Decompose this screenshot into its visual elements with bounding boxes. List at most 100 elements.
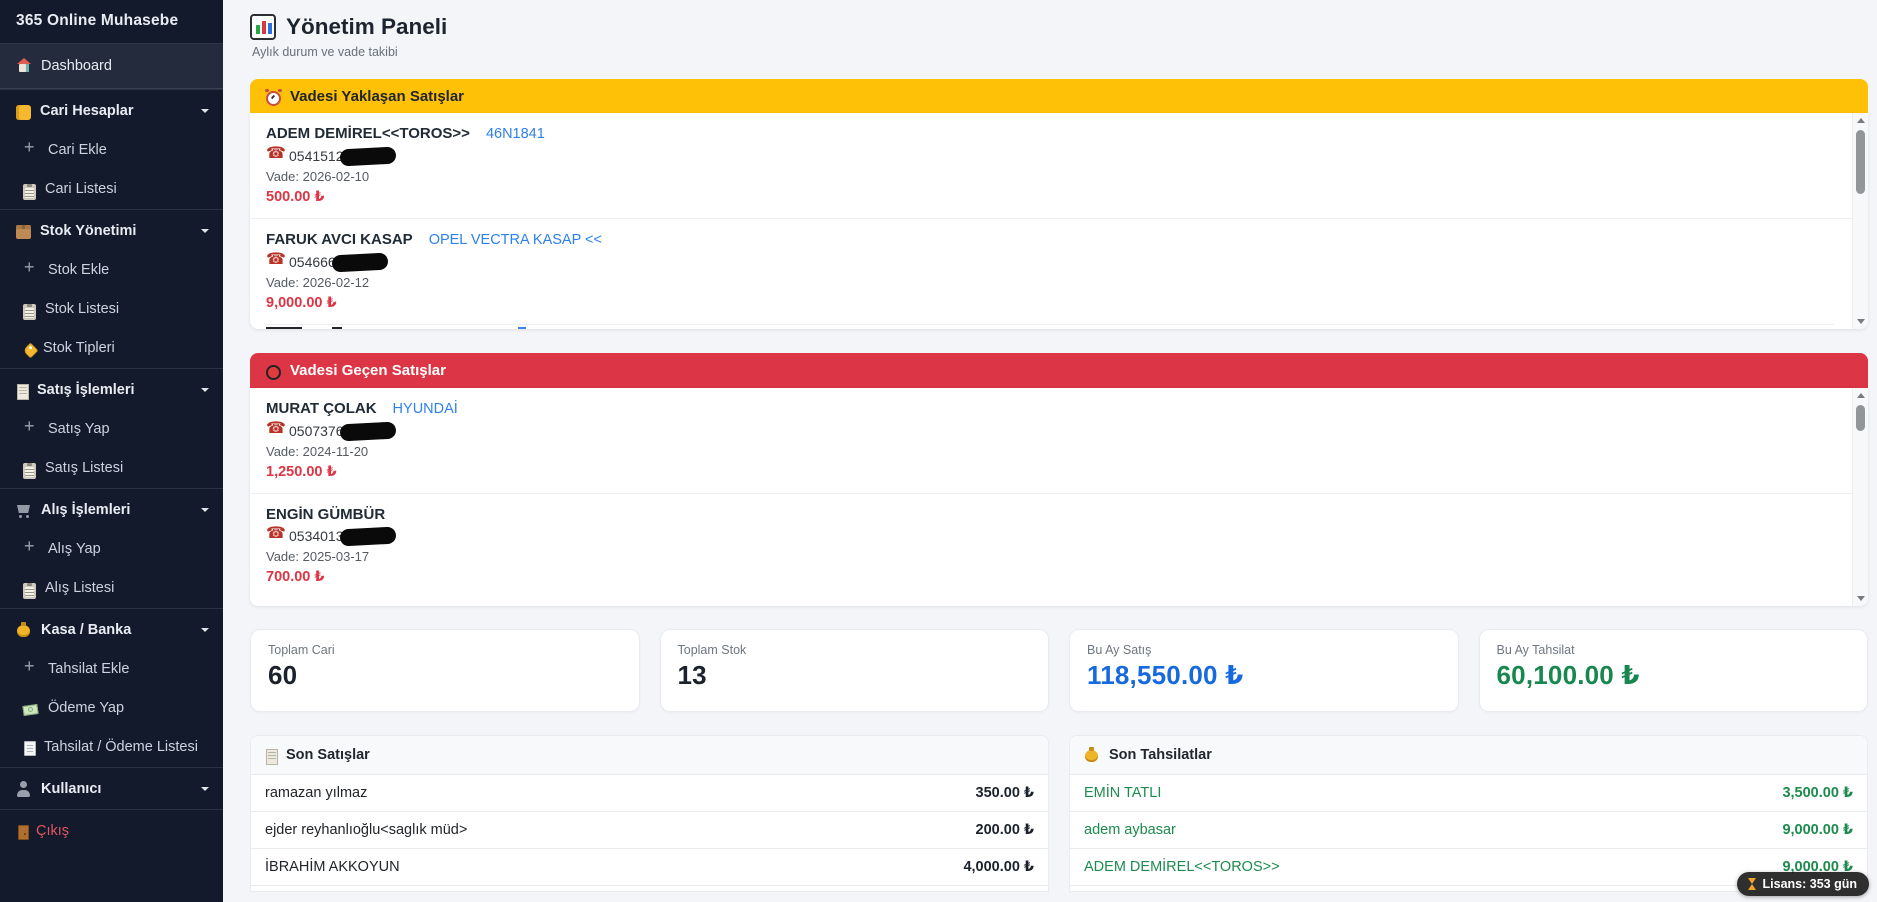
vehicle-link[interactable]: OPEL VECTRA KASAP <<	[429, 230, 602, 251]
sidebar-item-label: Ödeme Yap	[48, 699, 209, 718]
chevron-down-icon	[201, 109, 209, 113]
sidebar-item-satis-listesi[interactable]: Satış Listesi	[0, 449, 223, 488]
vertical-scrollbar[interactable]	[1852, 113, 1868, 329]
sidebar-item-alis-listesi[interactable]: Alış Listesi	[0, 569, 223, 608]
chevron-down-icon	[201, 628, 209, 632]
sidebar-item-alis-yap[interactable]: Alış Yap	[0, 530, 223, 569]
house-icon	[16, 58, 32, 74]
sale-amount: 350.00 ₺	[976, 785, 1034, 801]
panel-title: Vadesi Geçen Satışlar	[290, 362, 446, 379]
panel-title: Vadesi Yaklaşan Satışlar	[290, 88, 464, 105]
recent-sales-table: Son Satışlar ramazan yılmaz 350.00 ₺ ejd…	[250, 735, 1049, 892]
phone-row: 0541512	[266, 145, 1834, 167]
phone-icon	[266, 423, 283, 439]
stat-card-bu-ay-tahsilat: Bu Ay Tahsilat 60,100.00 ₺	[1479, 629, 1869, 712]
sidebar-item-label: Stok Ekle	[48, 261, 209, 280]
tag-icon	[23, 343, 39, 359]
collection-amount: 3,500.00 ₺	[1782, 785, 1853, 801]
clipboard-icon	[23, 583, 36, 599]
sidebar-item-label: Çıkış	[36, 823, 69, 839]
table-row: EMİN TATLI 3,500.00 ₺	[1070, 775, 1867, 811]
sidebar-group-toggle-satis-islemleri[interactable]: Satış İşlemleri	[0, 369, 223, 410]
overdue-sales-list: MURAT ÇOLAK HYUNDAİ 0507376 Vade: 2024-1…	[250, 388, 1868, 606]
due-sale-entry: FARUK AVCI KASAP OPEL VECTRA KASAP << 05…	[250, 218, 1868, 324]
amount: 700.00 ₺	[266, 567, 1834, 588]
amount: 500.00 ₺	[266, 187, 1834, 208]
page-header: Yönetim Paneli Aylık durum ve vade takib…	[250, 14, 1868, 59]
scroll-down-icon[interactable]	[1853, 313, 1868, 329]
upcoming-sales-list: ADEM DEMİREL<<TOROS>> 46N1841 0541512 Va…	[250, 113, 1868, 329]
due-sale-entry: ADEM DEMİREL<<TOROS>> 46N1841 0541512 Va…	[250, 113, 1868, 218]
sidebar-group-label: Stok Yönetimi	[40, 223, 136, 239]
page-icon	[24, 741, 36, 756]
amount: 1,250.00 ₺	[266, 462, 1834, 483]
phone-row: 054666	[266, 251, 1834, 273]
sale-amount: 200.00 ₺	[976, 822, 1034, 838]
sidebar-item-logout[interactable]: Çıkış	[0, 809, 223, 852]
sidebar-group-kullanici: Kullanıcı	[0, 767, 223, 809]
sidebar-item-satis-yap[interactable]: Satış Yap	[0, 410, 223, 449]
sidebar-item-cari-ekle[interactable]: Cari Ekle	[0, 131, 223, 170]
sidebar-item-odeme-yap[interactable]: Ödeme Yap	[0, 689, 223, 728]
phone-number: 054666	[289, 251, 336, 273]
sidebar-item-label: Stok Tipleri	[43, 339, 209, 358]
sidebar-item-stok-ekle[interactable]: Stok Ekle	[0, 251, 223, 290]
phone-icon	[266, 148, 283, 164]
phone-icon	[266, 254, 283, 270]
collection-customer: ADEM DEMİREL<<TOROS>>	[1084, 859, 1280, 875]
sidebar-item-label: Tahsilat / Ödeme Listesi	[44, 738, 209, 757]
sidebar-item-cari-listesi[interactable]: Cari Listesi	[0, 170, 223, 209]
sidebar-item-tahsilat-odeme-listesi[interactable]: Tahsilat / Ödeme Listesi	[0, 728, 223, 767]
stat-label: Bu Ay Satış	[1087, 643, 1441, 657]
sidebar-group-label: Satış İşlemleri	[37, 382, 135, 398]
plus-icon	[23, 662, 39, 678]
phone-redaction	[339, 146, 396, 166]
sidebar-item-label: Dashboard	[41, 58, 112, 74]
stats-row: Toplam Cari 60 Toplam Stok 13 Bu Ay Satı…	[250, 629, 1868, 712]
stat-value: 13	[678, 660, 1032, 691]
red-circle-icon	[266, 365, 281, 380]
bar-chart-icon	[250, 14, 276, 40]
sidebar-item-tahsilat-ekle[interactable]: Tahsilat Ekle	[0, 650, 223, 689]
flying-money-icon	[23, 701, 39, 717]
recent-sales-header: Son Satışlar	[251, 736, 1048, 775]
phone-row: 0534013	[266, 525, 1834, 547]
vehicle-link[interactable]: 46N1841	[486, 124, 545, 145]
sidebar-group-toggle-alis-islemleri[interactable]: Alış İşlemleri	[0, 489, 223, 530]
upcoming-sales-panel: Vadesi Yaklaşan Satışlar ADEM DEMİREL<<T…	[250, 79, 1868, 329]
stat-label: Toplam Stok	[678, 643, 1032, 657]
receipt-icon	[17, 384, 29, 400]
stat-value: 60	[268, 660, 622, 691]
door-icon	[18, 825, 29, 840]
sidebar-item-dashboard[interactable]: Dashboard	[0, 44, 223, 89]
scroll-up-icon[interactable]	[1853, 388, 1868, 404]
sidebar-item-stok-listesi[interactable]: Stok Listesi	[0, 290, 223, 329]
chevron-down-icon	[201, 787, 209, 791]
sidebar-item-label: Alış Listesi	[45, 579, 209, 598]
scroll-down-icon[interactable]	[1853, 590, 1868, 606]
chevron-down-icon	[201, 508, 209, 512]
sidebar-item-stok-tipleri[interactable]: Stok Tipleri	[0, 329, 223, 368]
table-row: ramazan yılmaz 350.00 ₺	[251, 775, 1048, 811]
scrollbar-thumb[interactable]	[1856, 130, 1865, 194]
sidebar-group-label: Kullanıcı	[41, 781, 101, 797]
sidebar-group-alis-islemleri: Alış İşlemleri Alış Yap Alış Listesi	[0, 488, 223, 608]
license-label: Lisans: 353 gün	[1763, 877, 1857, 891]
sidebar-item-label: Stok Listesi	[45, 300, 209, 319]
sidebar-group-toggle-kullanici[interactable]: Kullanıcı	[0, 768, 223, 809]
scroll-up-icon[interactable]	[1853, 113, 1868, 129]
sidebar-group-toggle-kasa-banka[interactable]: Kasa / Banka	[0, 609, 223, 650]
scrollbar-thumb[interactable]	[1856, 405, 1865, 431]
sidebar-item-label: Tahsilat Ekle	[48, 660, 209, 679]
recent-collections-header: Son Tahsilatlar	[1070, 736, 1867, 775]
sidebar-group-cari-hesaplar: Cari Hesaplar Cari Ekle Cari Listesi	[0, 89, 223, 209]
vehicle-link[interactable]: HYUNDAİ	[393, 399, 458, 420]
sidebar-group-toggle-cari-hesaplar[interactable]: Cari Hesaplar	[0, 90, 223, 131]
vertical-scrollbar[interactable]	[1852, 388, 1868, 606]
sidebar-group-label: Kasa / Banka	[41, 622, 131, 638]
table-title: Son Satışlar	[286, 747, 370, 763]
overdue-sales-panel-header: Vadesi Geçen Satışlar	[250, 353, 1868, 388]
sidebar-group-toggle-stok-yonetimi[interactable]: Stok Yönetimi	[0, 210, 223, 251]
chevron-down-icon	[201, 388, 209, 392]
sale-amount: 4,000.00 ₺	[963, 859, 1034, 875]
